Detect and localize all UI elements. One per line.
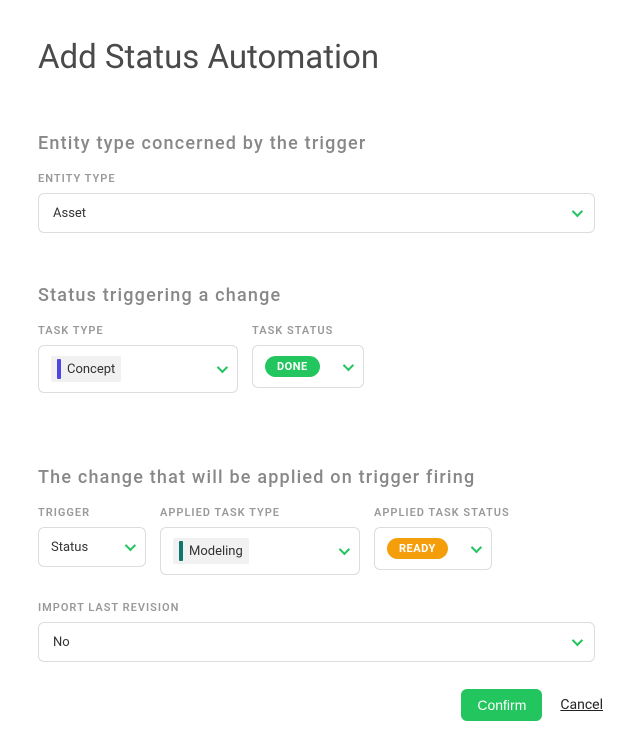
confirm-button[interactable]: Confirm xyxy=(461,689,542,721)
chevron-down-icon xyxy=(217,362,228,373)
applied-task-type-colorbar xyxy=(179,541,183,561)
task-type-tag: Concept xyxy=(51,356,121,382)
applied-task-status-pill: READY xyxy=(387,538,448,559)
applied-task-status-select[interactable]: READY xyxy=(374,527,492,570)
import-last-revision-value: No xyxy=(53,635,70,650)
entity-type-heading: Entity type concerned by the trigger xyxy=(38,133,595,154)
footer: Confirm Cancel xyxy=(461,689,603,721)
import-last-revision-select[interactable]: No xyxy=(38,622,595,662)
applied-task-type-value: Modeling xyxy=(189,544,243,559)
chevron-down-icon xyxy=(572,635,583,646)
chevron-down-icon xyxy=(343,359,354,370)
trigger-section: Status triggering a change TASK TYPE Con… xyxy=(38,285,595,393)
trigger-value: Status xyxy=(51,540,88,555)
entity-type-section: Entity type concerned by the trigger ENT… xyxy=(38,133,595,233)
entity-type-select[interactable]: Asset xyxy=(38,193,595,233)
applied-task-type-tag: Modeling xyxy=(173,538,249,564)
entity-type-value: Asset xyxy=(53,206,86,221)
task-type-select[interactable]: Concept xyxy=(38,345,238,393)
change-heading: The change that will be applied on trigg… xyxy=(38,467,595,488)
trigger-field-label: TRIGGER xyxy=(38,506,146,519)
chevron-down-icon xyxy=(572,206,583,217)
cancel-link[interactable]: Cancel xyxy=(560,697,603,713)
task-type-value: Concept xyxy=(67,362,115,377)
chevron-down-icon xyxy=(471,541,482,552)
chevron-down-icon xyxy=(125,540,136,551)
page-title: Add Status Automation xyxy=(38,38,595,77)
applied-task-type-label: APPLIED TASK TYPE xyxy=(160,506,360,519)
trigger-heading: Status triggering a change xyxy=(38,285,595,306)
task-type-label: TASK TYPE xyxy=(38,324,238,337)
change-section: The change that will be applied on trigg… xyxy=(38,467,595,662)
task-type-colorbar xyxy=(57,359,61,379)
task-status-pill: DONE xyxy=(265,356,320,377)
task-status-label: TASK STATUS xyxy=(252,324,364,337)
task-status-select[interactable]: DONE xyxy=(252,345,364,388)
applied-task-status-label: APPLIED TASK STATUS xyxy=(374,506,510,519)
import-last-revision-label: IMPORT LAST REVISION xyxy=(38,601,595,614)
trigger-select[interactable]: Status xyxy=(38,527,146,567)
entity-type-label: ENTITY TYPE xyxy=(38,172,595,185)
chevron-down-icon xyxy=(339,544,350,555)
applied-task-type-select[interactable]: Modeling xyxy=(160,527,360,575)
